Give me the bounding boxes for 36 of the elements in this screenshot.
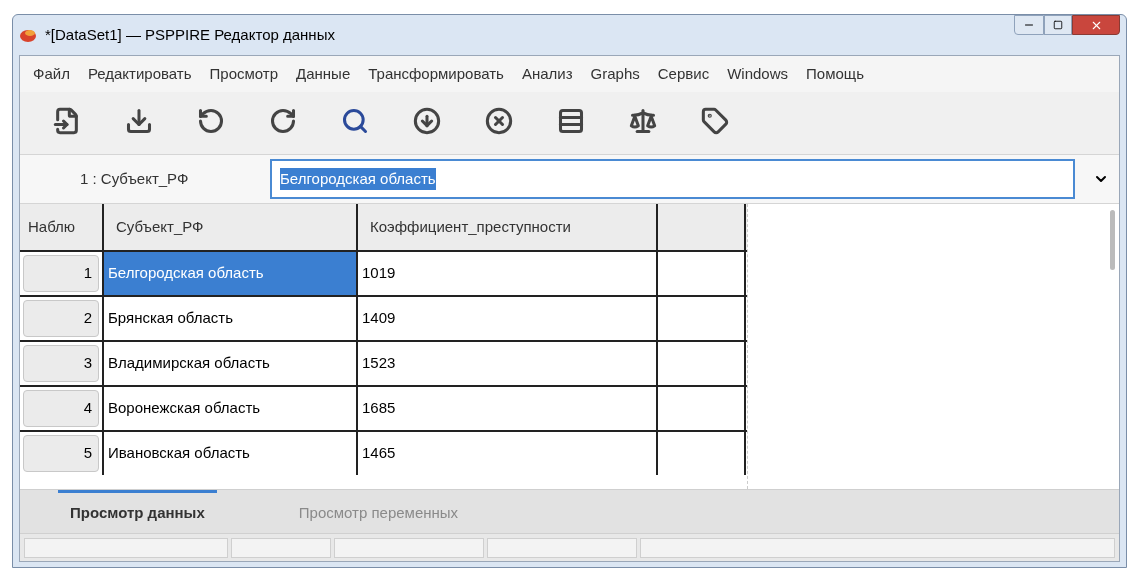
tag-icon xyxy=(701,107,729,135)
redo-icon xyxy=(269,107,297,135)
search-icon xyxy=(341,107,369,135)
row-number[interactable]: 1 xyxy=(23,255,99,292)
row-number[interactable]: 2 xyxy=(23,300,99,337)
menu-item[interactable]: Файл xyxy=(24,62,79,86)
download-icon xyxy=(125,107,153,135)
minimize-button[interactable] xyxy=(1014,15,1044,35)
menu-item[interactable]: Graphs xyxy=(581,62,649,86)
rows-icon xyxy=(557,107,585,135)
menu-item[interactable]: Windows xyxy=(718,62,797,86)
file-import-icon xyxy=(53,107,81,135)
menu-item[interactable]: Просмотр xyxy=(200,62,288,86)
undo-icon xyxy=(197,107,225,135)
close-button[interactable] xyxy=(1072,15,1120,35)
maximize-icon xyxy=(1053,20,1063,30)
table-cell: Белгородская область xyxy=(104,252,358,295)
cell-reference: 1 : Субъект_РФ xyxy=(79,168,190,189)
menu-item[interactable]: Помощь xyxy=(797,62,873,86)
row-number[interactable]: 3 xyxy=(23,345,99,382)
maximize-button[interactable] xyxy=(1044,15,1072,35)
scales-icon xyxy=(629,107,657,135)
menu-item[interactable]: Данные xyxy=(287,62,360,86)
menu-item[interactable]: Сервис xyxy=(648,62,719,86)
window-title: *[DataSet1] — PSPPIRE Редактор данных xyxy=(45,24,335,45)
menu-item[interactable]: Анализ xyxy=(512,62,582,86)
app-logo-icon xyxy=(19,28,37,42)
row-number[interactable]: 5 xyxy=(23,435,99,472)
menu-item[interactable]: Трансформировать xyxy=(359,62,513,86)
cell-value-field[interactable]: Белгородская область xyxy=(270,159,1075,199)
row-header-label: Наблю xyxy=(20,204,104,250)
row-number[interactable]: 4 xyxy=(23,390,99,427)
scrollbar[interactable] xyxy=(1110,210,1115,270)
circle-x-icon xyxy=(485,107,513,135)
column-header[interactable]: Субъект_РФ xyxy=(104,204,358,250)
menu-item[interactable]: Редактировать xyxy=(78,62,201,86)
